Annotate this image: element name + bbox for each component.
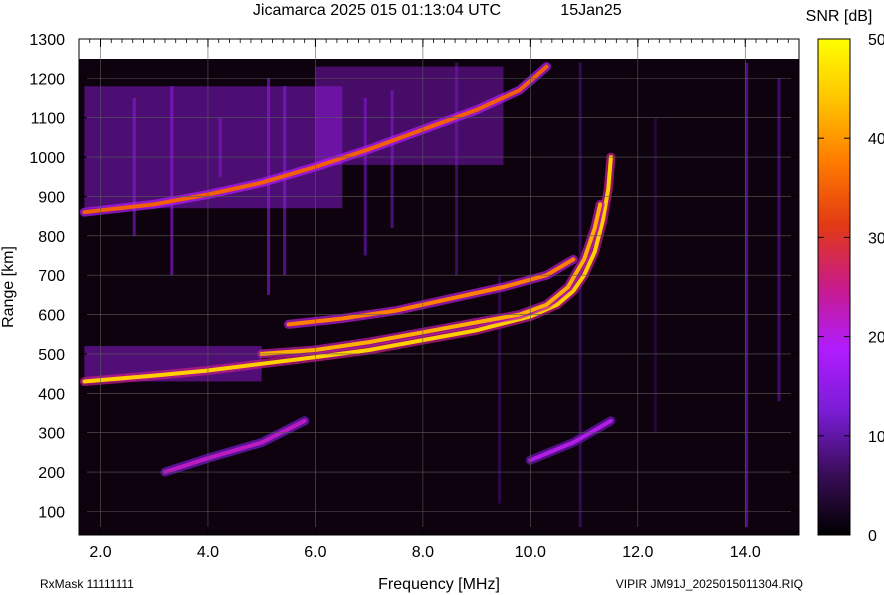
y-tick-label: 900 — [38, 189, 65, 206]
x-tick-label: 12.0 — [622, 544, 653, 561]
colorbar-tick-label: 40 — [868, 131, 884, 148]
colorbar-tick-label: 0 — [868, 528, 877, 545]
x-tick-label: 4.0 — [197, 544, 219, 561]
colorbar-tick-label: 50 — [868, 32, 884, 49]
x-tick-label: 10.0 — [515, 544, 546, 561]
x-tick-label: 6.0 — [304, 544, 326, 561]
y-tick-label: 700 — [38, 268, 65, 285]
ionogram-chart: Jicamarca 2025 015 01:13:04 UTC 15Jan25 … — [0, 2, 884, 593]
y-tick-label: 800 — [38, 229, 65, 246]
y-tick-label: 1000 — [29, 150, 65, 167]
y-tick-label: 200 — [38, 465, 65, 482]
colorbar-tick-label: 20 — [868, 330, 884, 347]
y-tick-label: 1300 — [29, 32, 65, 49]
noise-streak — [578, 62, 582, 528]
no-data-band — [79, 39, 799, 59]
noise-streak — [777, 78, 781, 402]
y-tick-label: 300 — [38, 426, 65, 443]
y-tick-label: 1200 — [29, 71, 65, 88]
noise-streak — [745, 62, 749, 528]
colorbar-label: SNR [dB] — [806, 8, 873, 25]
chart-date: 15Jan25 — [560, 2, 621, 19]
file-label: VIPIR JM91J_2025015011304.RIQ — [616, 577, 803, 591]
x-axis-label: Frequency [MHz] — [378, 576, 500, 593]
y-tick-label: 100 — [38, 504, 65, 521]
diffuse-region — [315, 66, 504, 165]
colorbar-tick-label: 10 — [868, 429, 884, 446]
y-tick-label: 400 — [38, 386, 65, 403]
y-tick-label: 500 — [38, 347, 65, 364]
y-tick-label: 1100 — [31, 111, 66, 128]
y-tick-label: 600 — [38, 308, 65, 325]
noise-streak — [498, 275, 502, 504]
chart-title: Jicamarca 2025 015 01:13:04 UTC — [253, 2, 501, 19]
x-tick-label: 8.0 — [412, 544, 434, 561]
x-tick-label: 2.0 — [89, 544, 111, 561]
colorbar — [817, 38, 851, 536]
x-tick-label: 14.0 — [730, 544, 761, 561]
colorbar-tick-label: 30 — [868, 230, 884, 247]
rxmask-label: RxMask 11111111 — [40, 577, 134, 591]
y-axis-label: Range [km] — [0, 246, 17, 328]
